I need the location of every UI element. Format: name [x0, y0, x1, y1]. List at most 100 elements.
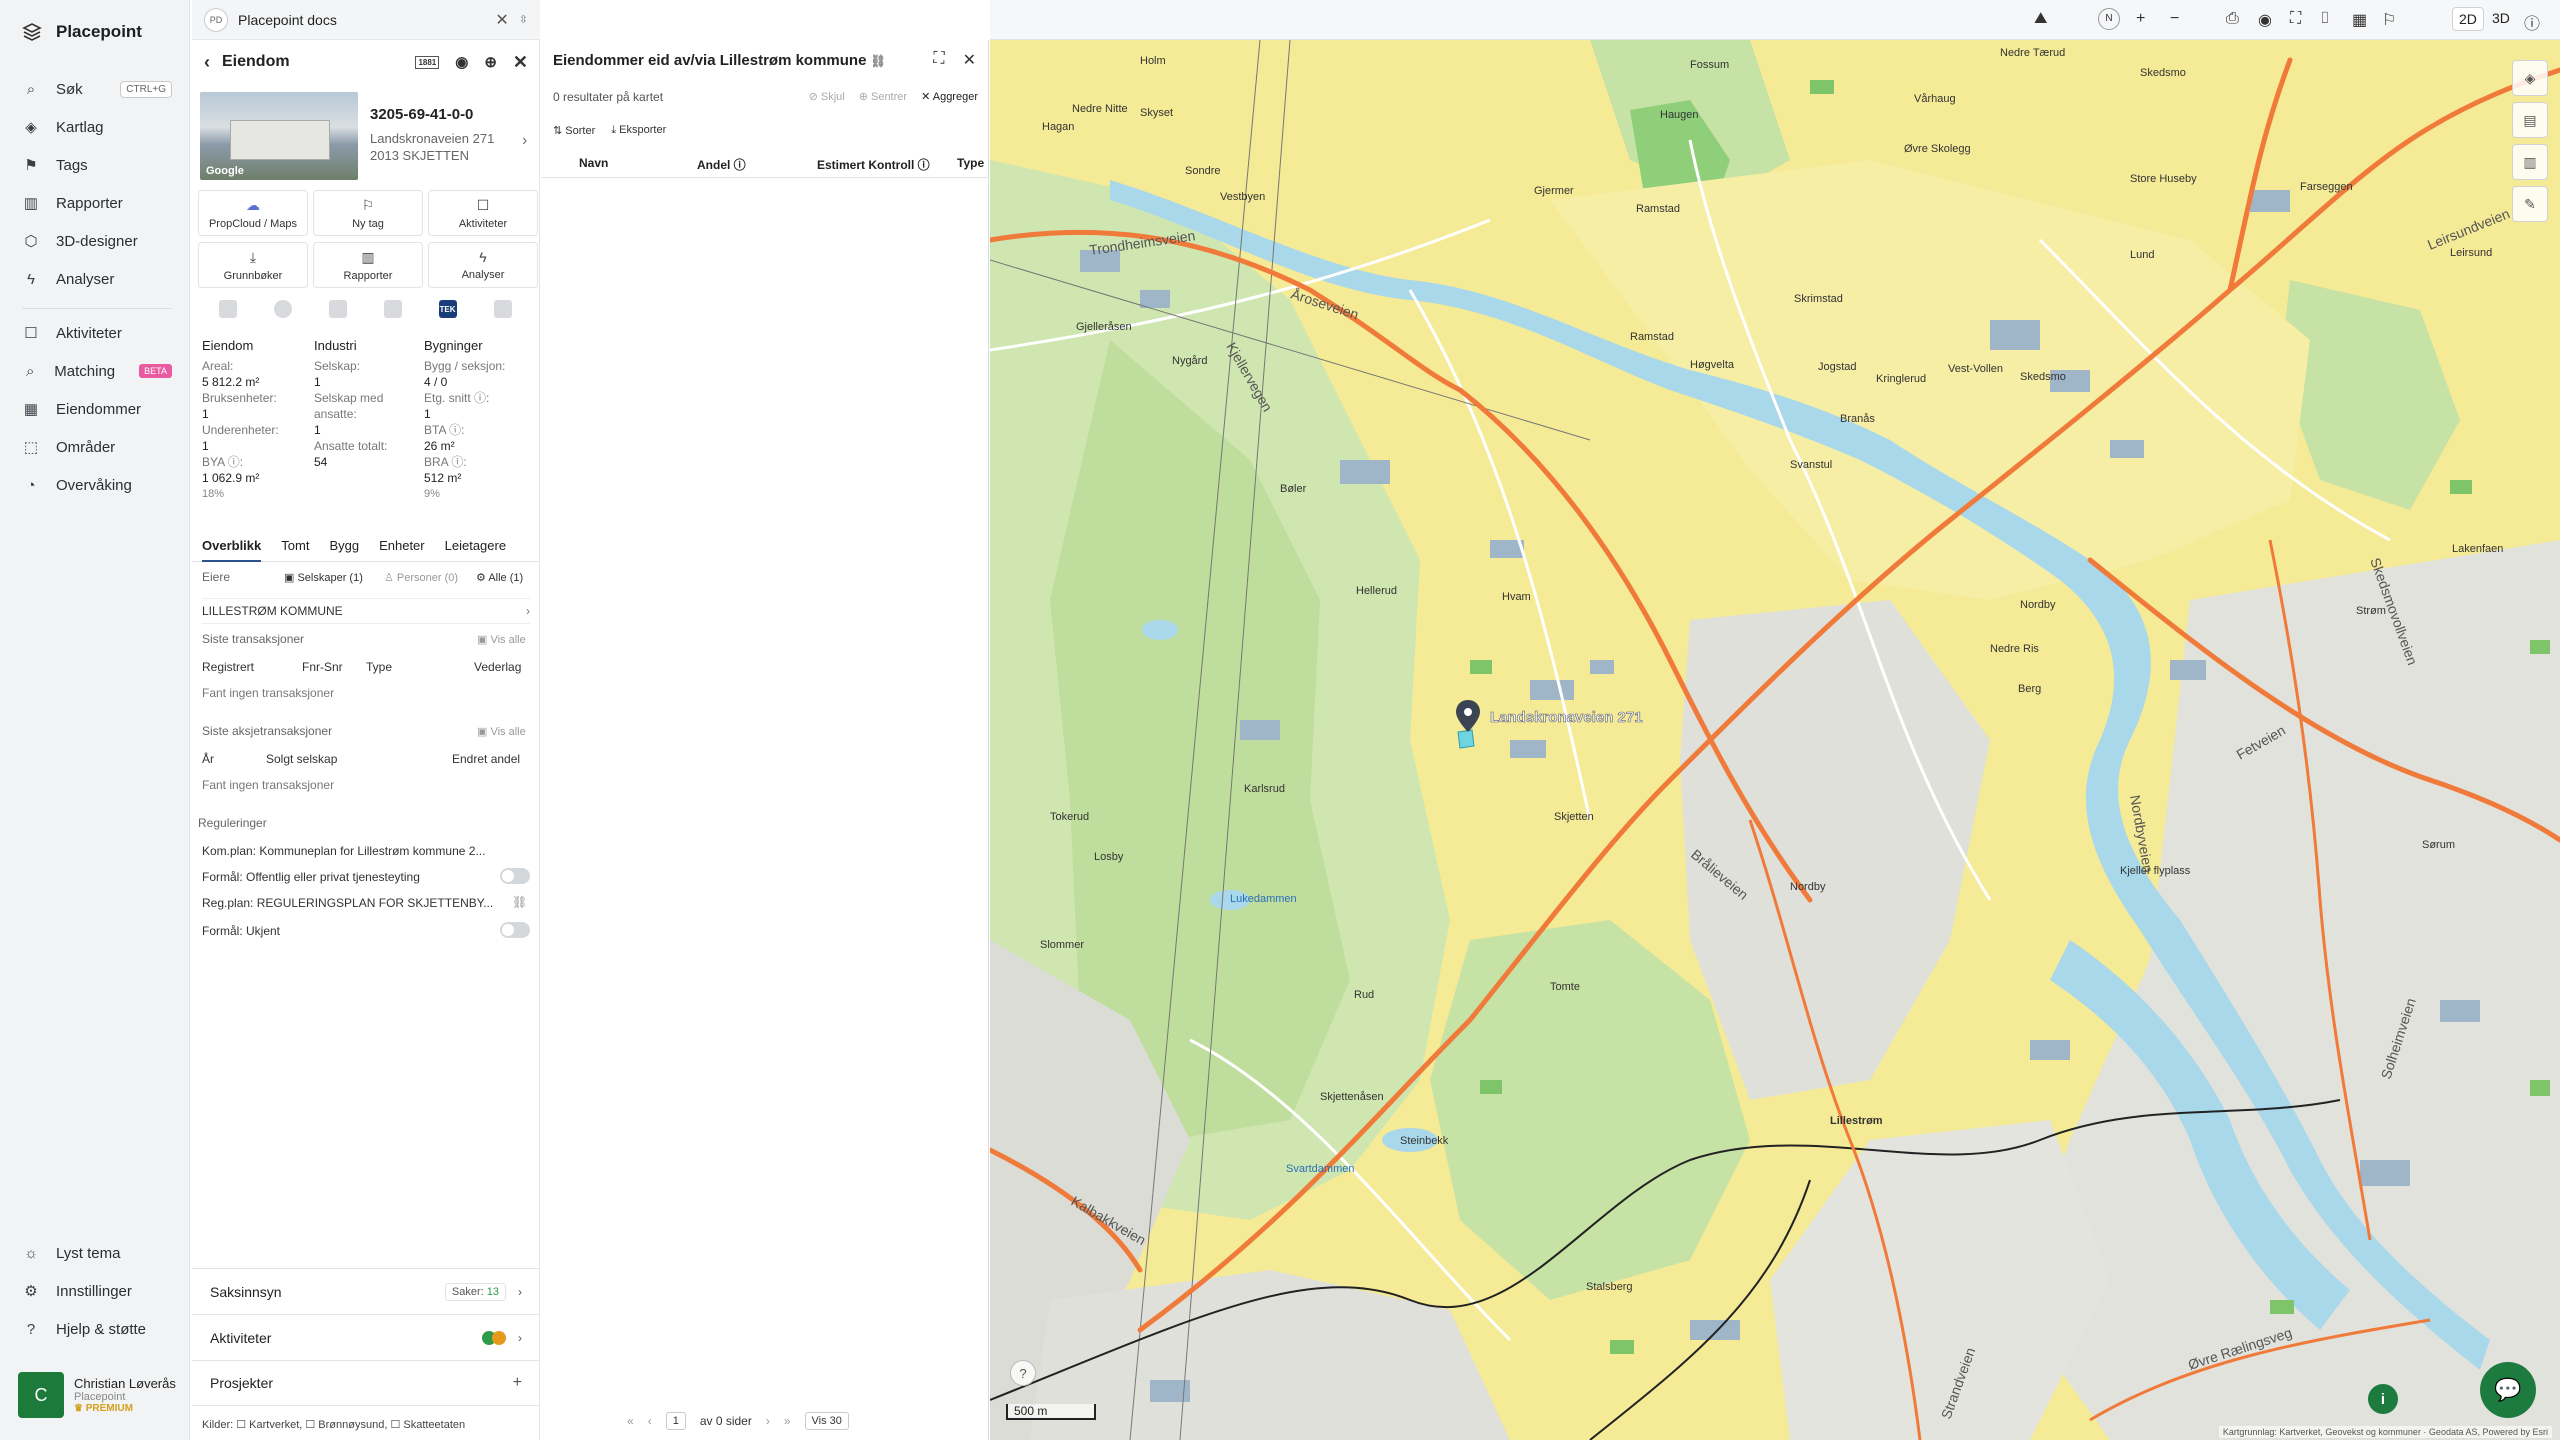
grunnboker-button[interactable]: ⤓ Grunnbøker [198, 242, 308, 288]
map-draw-button[interactable]: ✎ [2512, 186, 2548, 222]
source-grid-icon[interactable] [218, 300, 237, 318]
chevron-right-icon[interactable]: › [522, 132, 527, 150]
map-view[interactable]: Landskronaveien 271 Holm Fossum Nedre Tæ… [990, 40, 2560, 1440]
close-icon[interactable]: ✕ [963, 50, 976, 70]
source-home-icon[interactable] [493, 300, 512, 318]
activities-button[interactable]: ☐ Aktiviteter [428, 190, 538, 236]
close-icon[interactable]: ✕ [495, 10, 508, 30]
projects-section[interactable]: Prosjekter + [192, 1360, 540, 1406]
toggle-3d[interactable]: 3D [2486, 7, 2516, 29]
next-page-icon[interactable]: › [766, 1414, 770, 1428]
nav-item-matching[interactable]: ⌕ Matching BETA [22, 358, 172, 384]
zoom-out-icon[interactable]: − [2170, 10, 2179, 28]
nav-item-rapporter[interactable]: ▥ Rapporter [22, 190, 172, 216]
tab-bygg[interactable]: Bygg [329, 534, 359, 561]
chat-button[interactable]: 💬 [2480, 1362, 2536, 1418]
print-icon[interactable]: ⎙ [2226, 10, 2239, 28]
tab-tomt[interactable]: Tomt [281, 534, 309, 561]
sort-button[interactable]: ⇅ Sorter [553, 124, 595, 137]
plus-icon[interactable]: + [513, 1374, 522, 1392]
zoom-in-icon[interactable]: + [2136, 10, 2145, 28]
eye-icon[interactable]: ◉ [2258, 10, 2272, 30]
filter-alle[interactable]: ⚙ Alle (1) [476, 571, 523, 584]
filter-selskaper[interactable]: ▣ Selskaper (1) [284, 571, 363, 584]
source-globe-icon[interactable] [273, 300, 292, 318]
reports-button[interactable]: ▥ Rapporter [313, 242, 423, 288]
tab-overblikk[interactable]: Overblikk [202, 534, 262, 562]
info-icon[interactable]: ⓘ [2524, 10, 2540, 34]
nav-item-aktiviteter[interactable]: ☐ Aktiviteter [22, 320, 172, 346]
center-button[interactable]: ⊕ Sentrer [859, 90, 907, 103]
add-icon[interactable]: ⊕ [484, 53, 497, 71]
analyses-button[interactable]: ϟ Analyser [428, 242, 538, 288]
close-icon[interactable]: ✕ [513, 52, 528, 73]
tab-enheter[interactable]: Enheter [379, 534, 425, 561]
street-view-photo[interactable]: Google [200, 92, 358, 180]
regulation-toggle[interactable] [500, 922, 530, 938]
regulation-toggle[interactable] [500, 868, 530, 884]
source-bars-icon[interactable] [383, 300, 402, 318]
bookmark-icon[interactable]: ⚐ [2382, 10, 2396, 30]
tab-leietagere[interactable]: Leietagere [445, 534, 506, 561]
column-header[interactable]: Type [957, 156, 984, 170]
nav-item-3d-designer[interactable]: ⬡ 3D-designer [22, 228, 172, 254]
per-page-select[interactable]: Vis 30 [804, 1412, 849, 1430]
nav-item-innstillinger[interactable]: ⚙ Innstillinger [22, 1278, 172, 1304]
hide-button[interactable]: ⊘ Skjul [809, 90, 845, 103]
compass-icon[interactable]: N [2098, 8, 2120, 30]
column-header[interactable]: Estimert Kontroll ⓘ [817, 156, 930, 173]
brand[interactable]: Placepoint [22, 22, 142, 42]
column-header[interactable]: Navn [579, 156, 608, 170]
nav-item-overvaking[interactable]: ◔ Overvåking [22, 472, 172, 498]
activities-section[interactable]: Aktiviteter › [192, 1314, 540, 1360]
prev-page-icon[interactable]: ‹ [648, 1414, 652, 1428]
saksinnsyn-section[interactable]: Saksinnsyn Saker: 13 › [192, 1268, 540, 1314]
map-help-button[interactable]: ? [1010, 1360, 1036, 1386]
aggregate-button[interactable]: ✕ Aggreger [921, 90, 978, 103]
show-all-share-transactions[interactable]: ▣ Vis alle [477, 725, 526, 738]
nav-item-tags[interactable]: ⚑ Tags [22, 152, 172, 178]
fullscreen-icon[interactable]: ⛶ [2290, 10, 2301, 28]
nav-item-analyser[interactable]: ϟ Analyser [22, 266, 172, 292]
nav-item-hjelp[interactable]: ? Hjelp & støtte [22, 1316, 172, 1342]
camera-icon[interactable]: ⌷ [2320, 10, 2330, 28]
map-basemap-button[interactable]: ▤ [2512, 102, 2548, 138]
source-leaf-icon[interactable] [328, 300, 347, 318]
info-button[interactable]: i [2368, 1384, 2398, 1414]
back-icon[interactable]: ‹ [204, 52, 210, 73]
stat-value: 1 [314, 423, 321, 437]
nav-item-omrader[interactable]: ⬚ Områder [22, 434, 172, 460]
link-icon[interactable]: ⛓ [512, 895, 527, 909]
docs-tab[interactable]: PD Placepoint docs ✕ ⇳ [192, 0, 540, 40]
grid-icon[interactable]: ▦ [2352, 10, 2367, 30]
nav-item-eiendommer[interactable]: ▦ Eiendommer [22, 396, 172, 422]
regulation-row[interactable]: Kom.plan: Kommuneplan for Lillestrøm kom… [202, 844, 485, 858]
export-button[interactable]: ⤓ Eksporter [611, 124, 666, 137]
expand-icon[interactable]: ⇳ [519, 13, 528, 26]
tek-icon[interactable]: TEK [438, 300, 457, 318]
last-page-icon[interactable]: » [784, 1414, 791, 1428]
page-input[interactable]: 1 [665, 1412, 686, 1430]
link-icon[interactable]: ⛓ [871, 54, 886, 68]
new-tag-button[interactable]: ⚐ Ny tag [313, 190, 423, 236]
eye-icon[interactable]: ◉ [455, 53, 468, 71]
map-layer-button[interactable]: ◈ [2512, 60, 2548, 96]
first-page-icon[interactable]: « [627, 1414, 634, 1428]
propcloud-button[interactable]: ☁ PropCloud / Maps [198, 190, 308, 236]
map-canvas[interactable]: Landskronaveien 271 Holm Fossum Nedre Tæ… [990, 40, 2560, 1440]
owner-row[interactable]: LILLESTRØM KOMMUNE › [202, 598, 530, 624]
user-profile[interactable]: C Christian Løverås Placepoint ♛ PREMIUM [18, 1372, 176, 1418]
regulation-row[interactable]: Reg.plan: REGULERINGSPLAN FOR SKJETTENBY… [202, 896, 493, 910]
filter-personer[interactable]: ♙ Personer (0) [384, 571, 458, 584]
show-all-transactions[interactable]: ▣ Vis alle [477, 633, 526, 646]
nav-item-search[interactable]: ⌕ Søk CTRL+G [22, 76, 172, 102]
nav-item-kartlag[interactable]: ◈ Kartlag [22, 114, 172, 140]
fullscreen-icon[interactable]: ⛶ [933, 50, 944, 70]
nav-item-lyst-tema[interactable]: ☼ Lyst tema [22, 1240, 172, 1266]
property-outline[interactable] [1457, 729, 1475, 749]
column-header[interactable]: Andel ⓘ [697, 156, 746, 173]
map-stats-button[interactable]: ▥ [2512, 144, 2548, 180]
1881-icon[interactable]: 1881 [415, 55, 440, 69]
toggle-2d[interactable]: 2D [2452, 7, 2484, 31]
measure-icon[interactable]: ⛰ [2034, 10, 2047, 28]
